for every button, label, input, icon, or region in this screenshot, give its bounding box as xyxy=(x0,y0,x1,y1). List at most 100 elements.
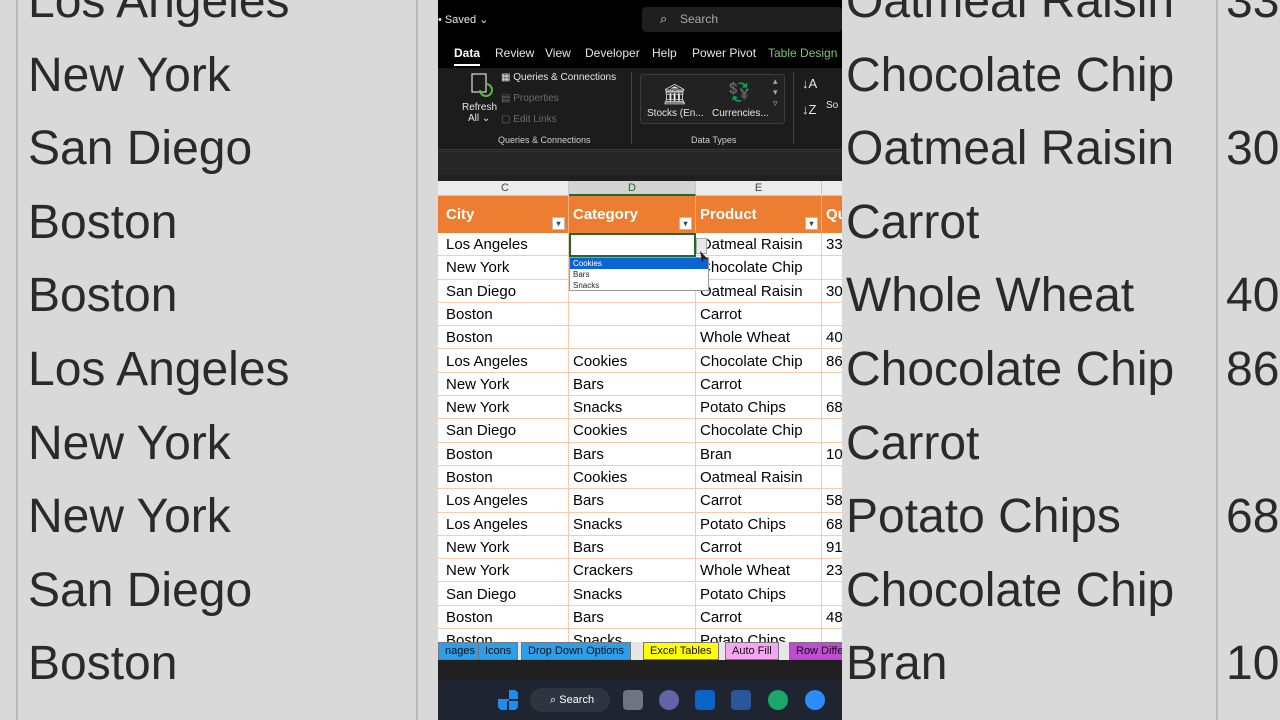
cell-product[interactable]: Carrot xyxy=(696,605,822,630)
cell-quantity[interactable]: 30 xyxy=(822,280,842,303)
teams-icon[interactable] xyxy=(659,690,679,710)
dropdown-option-snacks[interactable]: Snacks xyxy=(570,280,708,291)
cell-product[interactable]: Potato Chips xyxy=(696,512,822,536)
cell-product[interactable]: Oatmeal Raisin xyxy=(696,279,822,303)
cell-quantity[interactable] xyxy=(822,583,842,606)
taskbar-search[interactable]: ⌕ Search xyxy=(530,688,610,712)
cell-city[interactable]: Los Angeles xyxy=(442,233,569,257)
cell-quantity[interactable]: 86 xyxy=(822,350,842,373)
cell-city[interactable]: San Diego xyxy=(442,582,569,606)
tab-power-pivot[interactable]: Power Pivot xyxy=(692,46,756,60)
cell-quantity[interactable]: 23 xyxy=(822,559,842,582)
cell-category[interactable]: Bars xyxy=(569,372,696,397)
cell-city[interactable]: Boston xyxy=(442,629,569,642)
cell-category[interactable]: Snacks xyxy=(569,396,696,420)
outlook-icon[interactable] xyxy=(695,690,715,710)
cell-city[interactable]: New York xyxy=(442,372,569,397)
cell-product[interactable]: Potato Chips xyxy=(696,582,822,606)
sheet-tab-row-differences[interactable]: Row Diffe xyxy=(789,642,842,660)
cell-city[interactable]: Los Angeles xyxy=(442,349,569,373)
windows-start-icon[interactable] xyxy=(498,690,518,710)
cell-category[interactable] xyxy=(569,302,696,327)
cell-category[interactable]: Cookies xyxy=(569,466,696,490)
cell-product[interactable]: Oatmeal Raisin xyxy=(696,466,822,490)
sheet-tab-drop-down-options[interactable]: Drop Down Options xyxy=(521,642,631,660)
cell-city[interactable]: New York xyxy=(442,559,569,583)
cell-product[interactable]: Carrot xyxy=(696,535,822,560)
cell-category[interactable]: Cookies xyxy=(569,419,696,443)
cell-product[interactable]: Chocolate Chip xyxy=(696,256,822,280)
edit-links-button[interactable]: ▢ Edit Links xyxy=(501,114,557,125)
cell-quantity[interactable] xyxy=(822,373,842,396)
cell-quantity[interactable]: 68 xyxy=(822,396,842,419)
dropdown-option-bars[interactable]: Bars xyxy=(570,269,708,280)
sheet-tab-icons[interactable]: Icons xyxy=(478,642,519,660)
cell-product[interactable]: Whole Wheat xyxy=(696,326,822,350)
tab-developer[interactable]: Developer xyxy=(585,46,640,60)
cell-category[interactable]: Snacks xyxy=(569,629,696,642)
cell-city[interactable]: Boston xyxy=(442,326,569,350)
filter-dropdown-icon[interactable]: ▾ xyxy=(805,217,818,230)
cell-category[interactable]: Bars xyxy=(569,535,696,560)
zoom-icon[interactable] xyxy=(805,690,825,710)
cell-quantity[interactable]: 48 xyxy=(822,606,842,629)
cell-quantity[interactable]: 91 xyxy=(822,536,842,559)
cell-city[interactable]: New York xyxy=(442,256,569,280)
refresh-all-button[interactable]: Refresh All ⌄ xyxy=(462,102,497,124)
tab-review[interactable]: Review xyxy=(495,46,534,60)
formula-bar[interactable] xyxy=(438,151,842,175)
table-header-category[interactable]: Category ▾ xyxy=(569,196,696,233)
cell-product[interactable]: Potato Chips xyxy=(696,396,822,420)
cell-product[interactable]: Carrot xyxy=(696,489,822,513)
cell-category[interactable]: Cookies xyxy=(569,349,696,373)
sort-button[interactable]: So xyxy=(826,100,838,111)
queries-connections-button[interactable]: ▦ Queries & Connections xyxy=(501,72,616,83)
cell-quantity[interactable]: 40 xyxy=(822,326,842,349)
properties-button[interactable]: ▤ Properties xyxy=(501,93,559,104)
cell-quantity[interactable]: 58 xyxy=(822,489,842,512)
dropdown-option-cookies[interactable]: Cookies xyxy=(570,258,708,269)
cell-quantity[interactable]: 10 xyxy=(822,443,842,466)
cell-category[interactable]: Bars xyxy=(569,605,696,630)
tab-view[interactable]: View xyxy=(545,46,571,60)
gallery-scroll-icon[interactable]: ▴ ▾ ▿ xyxy=(773,76,778,109)
cell-category[interactable]: Snacks xyxy=(569,512,696,536)
active-cell[interactable] xyxy=(569,233,696,257)
sheet-tab-images[interactable]: nages xyxy=(438,642,482,660)
word-icon[interactable] xyxy=(731,690,751,710)
cell-category[interactable]: Snacks xyxy=(569,582,696,606)
cell-product[interactable]: Carrot xyxy=(696,372,822,397)
cell-city[interactable]: Los Angeles xyxy=(442,512,569,536)
stocks-button[interactable]: Stocks (En... xyxy=(647,108,704,119)
cell-category[interactable] xyxy=(569,326,696,350)
cell-product[interactable]: Whole Wheat xyxy=(696,559,822,583)
cell-city[interactable]: San Diego xyxy=(442,419,569,443)
cell-product[interactable]: Potato Chips xyxy=(696,629,822,642)
cell-quantity[interactable] xyxy=(822,466,842,489)
cell-quantity[interactable]: 68 xyxy=(822,513,842,536)
cell-city[interactable]: Boston xyxy=(442,466,569,490)
table-header-quantity[interactable]: Qu xyxy=(822,196,842,233)
dropdown-arrow-button[interactable] xyxy=(696,238,707,254)
refresh-icon[interactable] xyxy=(468,72,494,100)
cell-city[interactable]: San Diego xyxy=(442,279,569,303)
cell-quantity[interactable] xyxy=(822,256,842,279)
cell-product[interactable]: Carrot xyxy=(696,302,822,327)
cell-category[interactable]: Bars xyxy=(569,489,696,513)
cell-city[interactable]: Boston xyxy=(442,605,569,630)
cell-product[interactable]: Bran xyxy=(696,442,822,466)
cell-city[interactable]: New York xyxy=(442,535,569,560)
cell-quantity[interactable] xyxy=(822,419,842,442)
cell-quantity[interactable] xyxy=(822,303,842,326)
table-header-city[interactable]: City ▾ xyxy=(442,196,569,233)
sheet-tab-excel-tables[interactable]: Excel Tables xyxy=(643,642,719,660)
search-box[interactable]: ⌕ Search xyxy=(642,7,842,32)
cell-city[interactable]: Los Angeles xyxy=(442,489,569,513)
column-header-e[interactable]: E xyxy=(696,181,822,196)
cell-city[interactable]: Boston xyxy=(442,442,569,466)
cell-quantity[interactable]: 33 xyxy=(822,233,842,256)
tab-data[interactable]: Data xyxy=(454,46,481,66)
column-header-c[interactable]: C xyxy=(442,181,569,196)
cell-category[interactable]: Bars xyxy=(569,442,696,466)
filter-dropdown-icon[interactable]: ▾ xyxy=(679,217,692,230)
